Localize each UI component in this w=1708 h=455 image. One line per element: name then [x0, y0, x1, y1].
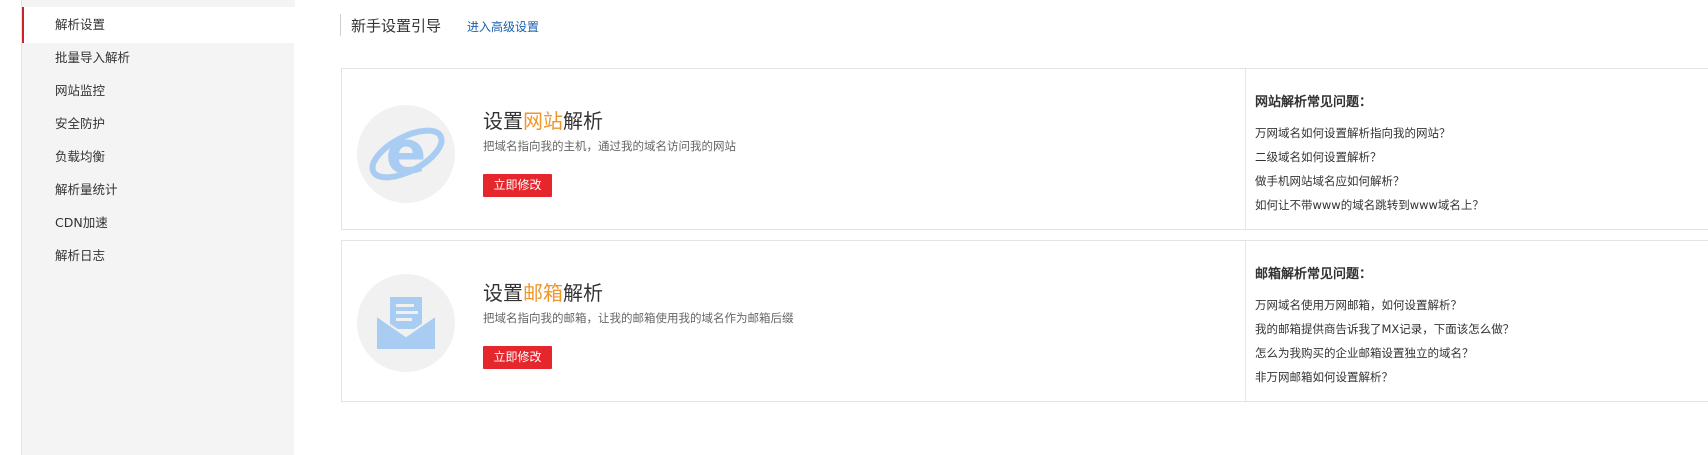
svg-text:e: e	[386, 118, 427, 188]
sidebar-item-security[interactable]: 安全防护	[22, 106, 295, 142]
title-suffix: 解析	[563, 109, 603, 133]
mail-dns-description: 把域名指向我的邮箱，让我的邮箱使用我的域名作为邮箱后缀	[483, 311, 794, 325]
sidebar: 解析设置 批量导入解析 网站监控 安全防护 负载均衡 解析量统计 CDN加速 解…	[21, 0, 295, 455]
sidebar-item-logs[interactable]: 解析日志	[22, 238, 295, 274]
sidebar-item-batch-import[interactable]: 批量导入解析	[22, 40, 295, 76]
mail-faq-item[interactable]: 非万网邮箱如何设置解析？	[1255, 369, 1393, 385]
title-suffix: 解析	[563, 281, 603, 305]
mail-dns-title: 设置邮箱解析	[483, 277, 603, 306]
website-faq-item[interactable]: 如何让不带www的域名跳转到www域名上？	[1255, 197, 1484, 213]
card-divider	[1245, 241, 1246, 401]
mail-modify-button[interactable]: 立即修改	[483, 346, 552, 369]
website-faq-item[interactable]: 万网域名如何设置解析指向我的网站？	[1255, 125, 1451, 141]
website-faq-title: 网站解析常见问题：	[1255, 95, 1373, 110]
sidebar-item-stats[interactable]: 解析量统计	[22, 172, 295, 208]
mail-dns-card: 设置邮箱解析 把域名指向我的邮箱，让我的邮箱使用我的域名作为邮箱后缀 立即修改 …	[341, 240, 1708, 402]
website-faq-item[interactable]: 做手机网站域名应如何解析？	[1255, 173, 1405, 189]
page-title: 新手设置引导	[351, 17, 442, 35]
title-prefix: 设置	[483, 281, 523, 305]
title-prefix: 设置	[483, 109, 523, 133]
mail-faq-item[interactable]: 我的邮箱提供商告诉我了MX记录，下面该怎么做？	[1255, 321, 1514, 337]
mail-faq-title: 邮箱解析常见问题：	[1255, 267, 1373, 282]
mail-faq-item[interactable]: 怎么为我购买的企业邮箱设置独立的域名？	[1255, 345, 1474, 361]
title-highlight: 网站	[523, 109, 563, 133]
advanced-settings-link[interactable]: 进入高级设置	[467, 18, 539, 35]
sidebar-item-dns-settings[interactable]: 解析设置	[22, 7, 295, 43]
website-dns-title: 设置网站解析	[483, 105, 603, 134]
header-divider	[340, 14, 341, 36]
card-divider	[1245, 69, 1246, 229]
sidebar-item-site-monitor[interactable]: 网站监控	[22, 73, 295, 109]
title-highlight: 邮箱	[523, 281, 563, 305]
mail-faq-item[interactable]: 万网域名使用万网邮箱，如何设置解析？	[1255, 297, 1462, 313]
website-dns-description: 把域名指向我的主机，通过我的域名访问我的网站	[483, 139, 736, 153]
mail-envelope-icon	[357, 274, 455, 372]
website-modify-button[interactable]: 立即修改	[483, 174, 552, 197]
page-root: 解析设置 批量导入解析 网站监控 安全防护 负载均衡 解析量统计 CDN加速 解…	[0, 0, 1708, 455]
website-faq-item[interactable]: 二级域名如何设置解析？	[1255, 149, 1382, 165]
website-dns-card: e 设置网站解析 把域名指向我的主机，通过我的域名访问我的网站 立即修改 网站解…	[341, 68, 1708, 230]
sidebar-item-cdn[interactable]: CDN加速	[22, 205, 295, 241]
sidebar-item-load-balance[interactable]: 负载均衡	[22, 139, 295, 175]
ie-browser-icon: e	[357, 105, 455, 203]
